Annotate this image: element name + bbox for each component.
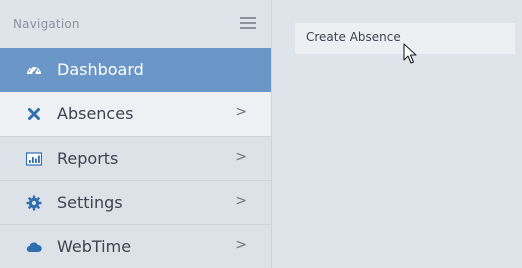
sidebar-item-label: Settings — [57, 193, 123, 212]
submenu-item-label: Create Absence — [306, 30, 401, 44]
chevron-right-icon: > — [235, 193, 247, 209]
cloud-icon — [26, 239, 42, 255]
nav-title: Navigation — [13, 17, 80, 31]
sidebar-item-label: Absences — [57, 104, 134, 123]
hamburger-icon[interactable] — [240, 17, 256, 29]
chevron-right-icon: > — [235, 104, 247, 120]
mouse-cursor-icon — [403, 43, 419, 65]
nav-header: Navigation — [0, 0, 271, 48]
sidebar-item-label: Dashboard — [57, 60, 144, 79]
sidebar-item-settings[interactable]: Settings > — [0, 181, 271, 225]
sidebar-navigation: Navigation Dashboard Absences > Reports … — [0, 0, 272, 268]
close-x-icon — [26, 106, 42, 122]
sidebar-item-label: Reports — [57, 149, 119, 168]
bar-chart-icon — [25, 151, 43, 167]
dashboard-icon — [26, 62, 42, 78]
chevron-right-icon: > — [235, 149, 247, 165]
sidebar-item-dashboard[interactable]: Dashboard — [0, 48, 271, 92]
app-window: Navigation Dashboard Absences > Reports … — [0, 0, 522, 268]
sidebar-item-webtime[interactable]: WebTime > — [0, 225, 271, 268]
sidebar-item-reports[interactable]: Reports > — [0, 137, 271, 181]
gear-icon — [26, 195, 42, 211]
chevron-right-icon: > — [235, 237, 247, 253]
sidebar-item-label: WebTime — [57, 237, 132, 256]
sidebar-item-absences[interactable]: Absences > — [0, 92, 271, 136]
